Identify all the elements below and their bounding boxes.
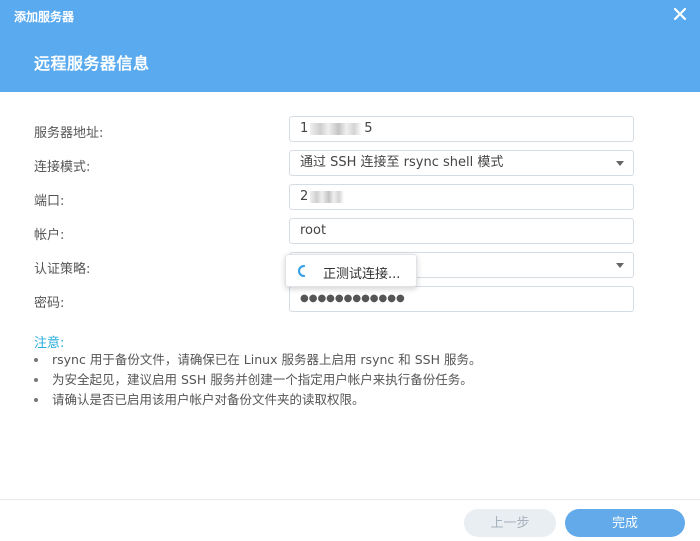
password-value: ●●●●●●●●●●●● [300, 293, 405, 304]
connection-mode-value: 通过 SSH 连接至 rsync shell 模式 [300, 155, 504, 170]
server-address-input[interactable]: 15 [289, 116, 634, 142]
spinner-icon [298, 265, 306, 277]
chevron-down-icon [616, 263, 624, 268]
account-input[interactable]: root [289, 218, 634, 244]
notes-title: 注意: [34, 336, 65, 351]
account-label: 帐户: [34, 228, 65, 243]
redacted-blur [310, 190, 345, 203]
close-icon[interactable] [672, 6, 688, 22]
password-label: 密码: [34, 296, 65, 311]
list-item: 请确认是否已启用该用户帐户对备份文件夹的读取权限。 [34, 390, 481, 410]
notes-list: rsync 用于备份文件，请确保已在 Linux 服务器上启用 rsync 和 … [34, 350, 481, 410]
connection-mode-select[interactable]: 通过 SSH 连接至 rsync shell 模式 [289, 150, 634, 176]
previous-button[interactable]: 上一步 [464, 509, 556, 537]
account-value: root [300, 223, 327, 238]
dialog-title: 添加服务器 [14, 10, 75, 24]
password-input[interactable]: ●●●●●●●●●●●● [289, 286, 634, 312]
testing-connection-popup: 正测试连接... [285, 254, 417, 287]
footer-divider [0, 499, 700, 500]
done-button[interactable]: 完成 [565, 509, 685, 537]
popup-text: 正测试连接... [323, 267, 401, 282]
page-subtitle: 远程服务器信息 [34, 54, 150, 73]
server-address-label: 服务器地址: [34, 126, 104, 141]
list-item: rsync 用于备份文件，请确保已在 Linux 服务器上启用 rsync 和 … [34, 350, 481, 370]
list-item: 为安全起见，建议启用 SSH 服务并创建一个指定用户帐户来执行备份任务。 [34, 370, 481, 390]
redacted-blur [310, 122, 363, 135]
port-label: 端口: [34, 194, 65, 209]
auth-policy-label: 认证策略: [34, 262, 91, 277]
port-input[interactable]: 2 [289, 184, 634, 210]
server-address-prefix: 1 [300, 121, 309, 136]
port-prefix: 2 [300, 189, 309, 204]
connection-mode-label: 连接模式: [34, 160, 91, 175]
chevron-down-icon [616, 161, 624, 166]
server-address-suffix: 5 [364, 121, 373, 136]
dialog-header: 添加服务器 远程服务器信息 [0, 0, 700, 92]
